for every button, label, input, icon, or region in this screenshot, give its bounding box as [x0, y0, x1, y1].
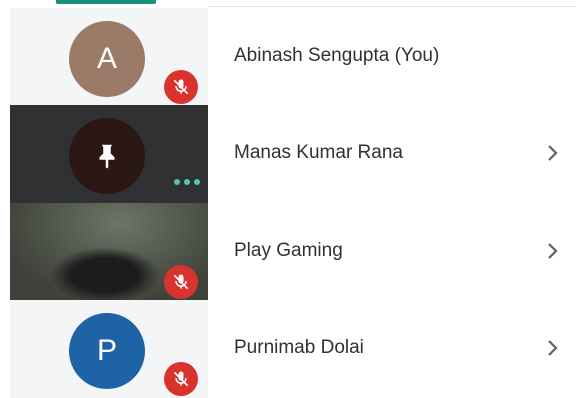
participant-tile[interactable] [10, 105, 208, 203]
participant-name: Purnimab Dolai [234, 337, 364, 358]
avatar: A [69, 21, 145, 97]
avatar-letter: P [96, 334, 117, 367]
participant-row[interactable]: Play Gaming [0, 203, 576, 301]
participant-name: Abinash Sengupta (You) [234, 45, 440, 66]
participant-row[interactable]: Manas Kumar Rana [0, 105, 576, 203]
participant-name: Manas Kumar Rana [234, 142, 403, 163]
participant-name: Play Gaming [234, 240, 343, 261]
more-dots-icon [174, 179, 200, 185]
mic-off-icon [164, 70, 198, 104]
avatar [69, 118, 145, 194]
video-tile[interactable] [10, 203, 208, 301]
divider [208, 6, 576, 7]
chevron-right-icon[interactable] [544, 338, 562, 358]
participant-tile[interactable]: A [10, 8, 208, 106]
participant-row[interactable]: P Purnimab Dolai [0, 300, 576, 398]
chevron-right-icon[interactable] [544, 143, 562, 163]
avatar: P [69, 313, 145, 389]
participant-tile[interactable]: P [10, 300, 208, 398]
participant-row[interactable]: A Abinash Sengupta (You) [0, 8, 576, 106]
avatar-letter: A [96, 42, 117, 75]
mic-off-icon [164, 265, 198, 299]
mic-off-icon [164, 362, 198, 396]
pin-icon [99, 144, 115, 169]
chevron-right-icon[interactable] [544, 241, 562, 261]
active-tab-indicator [56, 0, 156, 4]
